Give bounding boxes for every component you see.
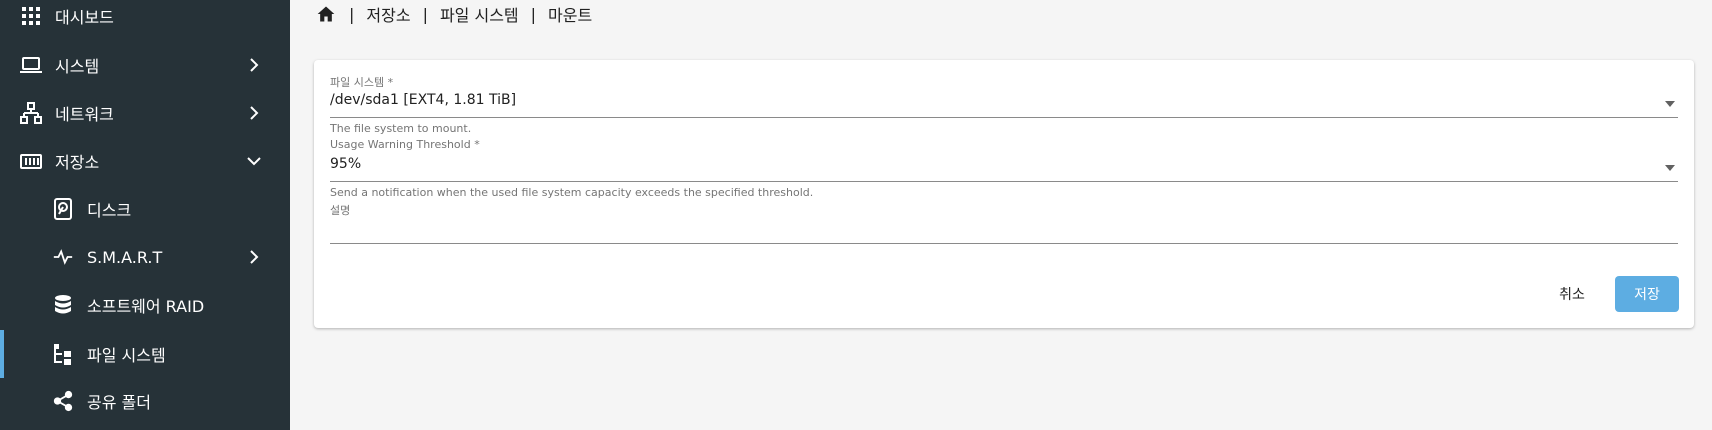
chevron-down-icon xyxy=(242,149,266,173)
sidebar-item-label: S.M.A.R.T xyxy=(87,247,163,267)
share-icon xyxy=(51,389,75,413)
threshold-hint: Send a notification when the used file s… xyxy=(330,186,814,199)
filesystem-label: 파일 시스템 * xyxy=(330,76,394,89)
sidebar-item-label: 파일 시스템 xyxy=(87,346,166,365)
laptop-icon xyxy=(19,53,43,77)
sidebar-item-software-raid[interactable]: 소프트웨어 RAID xyxy=(0,281,290,329)
description-label: 설명 xyxy=(330,204,351,217)
breadcrumb: | 저장소 | 파일 시스템 | 마운트 xyxy=(315,2,592,26)
sidebar-item-storage[interactable]: 저장소 xyxy=(0,137,290,185)
sidebar-item-label: 디스크 xyxy=(87,201,132,220)
chevron-right-icon xyxy=(242,53,266,77)
database-icon xyxy=(51,293,75,317)
save-button[interactable]: 저장 xyxy=(1615,276,1679,312)
description-field[interactable]: 설명 xyxy=(330,202,1678,246)
dropdown-arrow-icon xyxy=(1662,96,1678,112)
home-icon[interactable] xyxy=(315,3,337,25)
mount-form-card: 파일 시스템 * /dev/sda1 [EXT4, 1.81 TiB] The … xyxy=(314,60,1694,328)
filesystem-underline xyxy=(330,117,1678,118)
sidebar-item-filesystem[interactable]: 파일 시스템 xyxy=(0,330,290,378)
network-icon xyxy=(19,101,43,125)
cancel-button[interactable]: 취소 xyxy=(1536,276,1608,312)
threshold-label: Usage Warning Threshold * xyxy=(330,138,480,151)
sidebar-item-smart[interactable]: S.M.A.R.T xyxy=(0,233,290,281)
sidebar-item-shared-folder[interactable]: 공유 폴더 xyxy=(0,377,290,425)
threshold-select[interactable]: Usage Warning Threshold * 95% Send a not… xyxy=(330,138,1678,199)
breadcrumb-item-filesystem[interactable]: 파일 시스템 xyxy=(440,2,519,26)
dropdown-arrow-icon xyxy=(1662,160,1678,176)
chevron-right-icon xyxy=(242,245,266,269)
sidebar-item-label: 네트워크 xyxy=(55,105,114,124)
threshold-value: 95% xyxy=(330,156,362,172)
filesystem-hint: The file system to mount. xyxy=(330,122,472,135)
filesystem-select[interactable]: 파일 시스템 * /dev/sda1 [EXT4, 1.81 TiB] The … xyxy=(330,74,1678,135)
storage-icon xyxy=(19,149,43,173)
sidebar-item-network[interactable]: 네트워크 xyxy=(0,89,290,137)
sidebar-item-label: 공유 폴더 xyxy=(87,393,151,412)
sidebar-item-dashboard[interactable]: 대시보드 xyxy=(0,0,290,40)
sidebar-item-system[interactable]: 시스템 xyxy=(0,41,290,89)
filesystem-value: /dev/sda1 [EXT4, 1.81 TiB] xyxy=(330,92,517,108)
pulse-icon xyxy=(51,245,75,269)
hard-disk-icon xyxy=(51,197,75,221)
breadcrumb-separator: | xyxy=(422,4,428,24)
sidebar-item-disk[interactable]: 디스크 xyxy=(0,185,290,233)
chevron-right-icon xyxy=(242,101,266,125)
file-tree-icon xyxy=(51,342,75,366)
threshold-underline xyxy=(330,181,1678,182)
sidebar-item-label: 대시보드 xyxy=(55,8,114,27)
description-underline xyxy=(330,243,1678,244)
breadcrumb-item-mount: 마운트 xyxy=(548,6,593,25)
sidebar-item-label: 시스템 xyxy=(55,57,100,76)
breadcrumb-separator: | xyxy=(349,4,355,24)
sidebar-item-label: 소프트웨어 RAID xyxy=(87,297,205,316)
dashboard-grid-icon xyxy=(19,4,43,28)
breadcrumb-item-storage[interactable]: 저장소 xyxy=(366,2,410,26)
sidebar-item-label: 저장소 xyxy=(55,153,100,172)
sidebar: 대시보드 시스템 네트워크 저장소 디스크 S.M.A.R.T 소프트웨어 RA… xyxy=(0,0,290,430)
breadcrumb-separator: | xyxy=(530,4,537,24)
